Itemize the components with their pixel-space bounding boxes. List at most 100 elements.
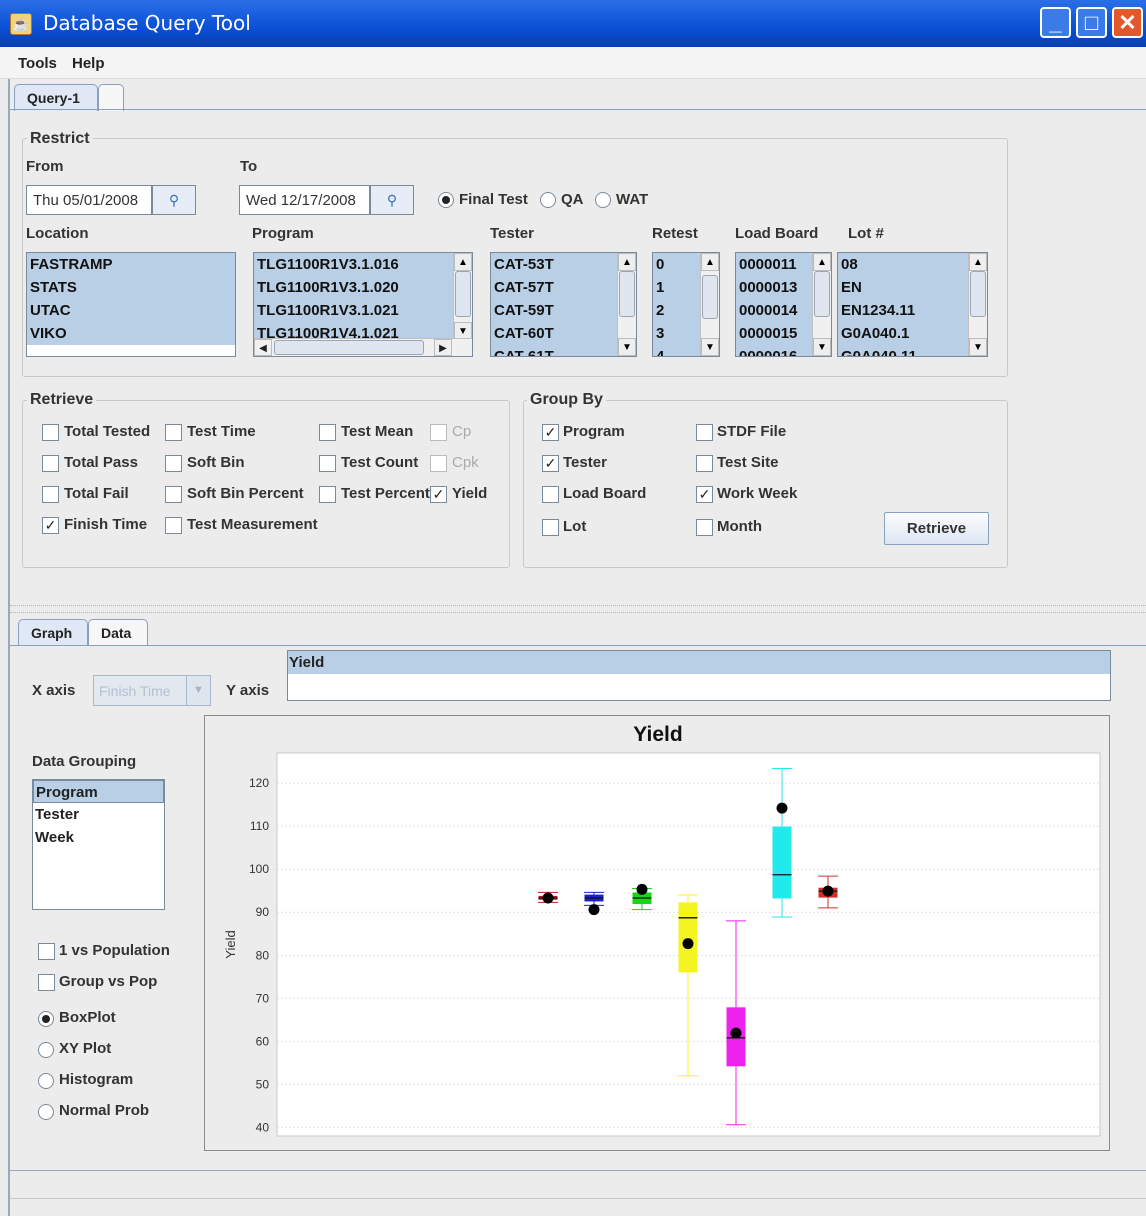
group-by-checkbox[interactable]: ✓ bbox=[542, 424, 559, 441]
radio-qa[interactable] bbox=[540, 192, 556, 208]
group-by-checkbox[interactable] bbox=[696, 455, 713, 472]
scroll-left-icon[interactable]: ◀ bbox=[254, 339, 272, 356]
list-item[interactable]: CAT-59T bbox=[491, 299, 636, 322]
tab-graph[interactable]: Graph bbox=[18, 619, 88, 646]
retrieve-button[interactable]: Retrieve bbox=[884, 512, 989, 545]
load-board-list-vscrollbar[interactable]: ▲ ▼ bbox=[812, 253, 831, 356]
list-item[interactable]: TLG1100R1V3.1.021 bbox=[254, 299, 454, 322]
scroll-thumb[interactable] bbox=[702, 275, 718, 319]
lot-list-vscrollbar[interactable]: ▲ ▼ bbox=[968, 253, 987, 356]
group-by-checkbox[interactable] bbox=[542, 486, 559, 503]
list-item[interactable]: EN bbox=[838, 276, 987, 299]
to-calendar-button[interactable]: ⚲ bbox=[370, 185, 414, 215]
scroll-down-icon[interactable]: ▼ bbox=[618, 338, 636, 356]
location-list[interactable]: FASTRAMP STATS UTAC VIKO bbox=[26, 252, 236, 357]
close-button[interactable]: ✕ bbox=[1112, 7, 1143, 38]
scroll-up-icon[interactable]: ▲ bbox=[813, 253, 831, 271]
list-item[interactable]: Week bbox=[33, 826, 164, 849]
list-item[interactable]: CAT-57T bbox=[491, 276, 636, 299]
list-item[interactable]: Tester bbox=[33, 803, 164, 826]
load-board-list[interactable]: 0000011 0000013 0000014 0000015 0000016 … bbox=[735, 252, 832, 357]
list-item[interactable]: CAT-60T bbox=[491, 322, 636, 345]
radio-normal-prob[interactable] bbox=[38, 1104, 54, 1120]
retrieve-checkbox[interactable]: ✓ bbox=[42, 517, 59, 534]
retrieve-checkbox[interactable] bbox=[319, 486, 336, 503]
radio-boxplot[interactable] bbox=[38, 1011, 54, 1027]
program-list-hscrollbar[interactable]: ◀ ▶ bbox=[254, 338, 472, 356]
maximize-button[interactable]: □ bbox=[1076, 7, 1107, 38]
radio-final-test[interactable] bbox=[438, 192, 454, 208]
retrieve-checkbox[interactable]: ✓ bbox=[430, 486, 447, 503]
retest-list[interactable]: 0 1 2 3 4 ▲ ▼ bbox=[652, 252, 720, 357]
to-date-field[interactable]: Wed 12/17/2008 bbox=[239, 185, 370, 215]
retrieve-checkbox[interactable] bbox=[42, 424, 59, 441]
tab-data[interactable]: Data bbox=[88, 619, 148, 646]
retest-list-vscrollbar[interactable]: ▲ ▼ bbox=[700, 253, 719, 356]
list-item[interactable]: STATS bbox=[27, 276, 235, 299]
group-by-checkbox[interactable] bbox=[696, 519, 713, 536]
group-by-checkbox[interactable]: ✓ bbox=[542, 455, 559, 472]
list-item[interactable]: EN1234.11 bbox=[838, 299, 987, 322]
list-item[interactable]: FASTRAMP bbox=[27, 253, 235, 276]
radio-wat[interactable] bbox=[595, 192, 611, 208]
retrieve-checkbox[interactable] bbox=[165, 517, 182, 534]
menu-help[interactable]: Help bbox=[72, 55, 105, 72]
scroll-thumb[interactable] bbox=[274, 340, 424, 355]
window-title-bar[interactable]: ☕ Database Query Tool _ □ ✕ bbox=[0, 0, 1146, 47]
retrieve-checkbox[interactable] bbox=[319, 424, 336, 441]
x-axis-select[interactable]: Finish Time ▼ bbox=[93, 675, 211, 706]
scroll-right-icon[interactable]: ▶ bbox=[434, 339, 452, 356]
group-by-checkbox[interactable] bbox=[542, 519, 559, 536]
radio-histogram[interactable] bbox=[38, 1073, 54, 1089]
group-by-checkbox[interactable] bbox=[696, 424, 713, 441]
list-item[interactable]: Program bbox=[33, 780, 164, 803]
lot-list[interactable]: 08 EN EN1234.11 G0A040.1 G0A040.11 ▲ ▼ bbox=[837, 252, 988, 357]
scroll-down-icon[interactable]: ▼ bbox=[813, 338, 831, 356]
scroll-thumb[interactable] bbox=[619, 271, 635, 317]
scroll-up-icon[interactable]: ▲ bbox=[454, 253, 472, 271]
tab-query-1[interactable]: Query-1 bbox=[14, 84, 98, 111]
list-item[interactable]: CAT-61T bbox=[491, 345, 636, 356]
chevron-down-icon[interactable]: ▼ bbox=[186, 676, 210, 705]
list-item[interactable]: G0A040.1 bbox=[838, 322, 987, 345]
list-item[interactable]: TLG1100R1V3.1.020 bbox=[254, 276, 454, 299]
retrieve-checkbox[interactable] bbox=[165, 424, 182, 441]
menu-tools[interactable]: Tools bbox=[18, 55, 57, 72]
from-date-field[interactable]: Thu 05/01/2008 bbox=[26, 185, 152, 215]
from-calendar-button[interactable]: ⚲ bbox=[152, 185, 196, 215]
program-list-vscrollbar[interactable]: ▲ ▼ bbox=[453, 253, 472, 340]
scroll-thumb[interactable] bbox=[814, 271, 830, 317]
scroll-thumb[interactable] bbox=[970, 271, 986, 317]
tester-list-vscrollbar[interactable]: ▲ ▼ bbox=[617, 253, 636, 356]
scroll-up-icon[interactable]: ▲ bbox=[969, 253, 987, 271]
scroll-thumb[interactable] bbox=[455, 271, 471, 317]
group-by-checkbox[interactable]: ✓ bbox=[696, 486, 713, 503]
list-item[interactable]: TLG1100R1V3.1.016 bbox=[254, 253, 454, 276]
scroll-down-icon[interactable]: ▼ bbox=[701, 338, 719, 356]
tab-new-query[interactable] bbox=[98, 84, 124, 111]
program-list[interactable]: TLG1100R1V3.1.016 TLG1100R1V3.1.020 TLG1… bbox=[253, 252, 473, 357]
tester-list[interactable]: CAT-53T CAT-57T CAT-59T CAT-60T CAT-61T … bbox=[490, 252, 637, 357]
retrieve-checkbox[interactable] bbox=[165, 455, 182, 472]
one-vs-population-checkbox[interactable] bbox=[38, 943, 55, 960]
scroll-up-icon[interactable]: ▲ bbox=[618, 253, 636, 271]
retrieve-checkbox[interactable] bbox=[430, 424, 447, 441]
radio-xy-plot[interactable] bbox=[38, 1042, 54, 1058]
group-vs-pop-checkbox[interactable] bbox=[38, 974, 55, 991]
list-item[interactable]: VIKO bbox=[27, 322, 235, 345]
list-item[interactable]: UTAC bbox=[27, 299, 235, 322]
list-item[interactable]: G0A040.11 bbox=[838, 345, 987, 356]
y-axis-list[interactable]: Yield bbox=[287, 650, 1111, 701]
data-grouping-list[interactable]: Program Tester Week bbox=[32, 779, 165, 910]
list-item[interactable]: Yield bbox=[288, 651, 1110, 674]
retrieve-checkbox[interactable] bbox=[430, 455, 447, 472]
minimize-button[interactable]: _ bbox=[1040, 7, 1071, 38]
retrieve-checkbox[interactable] bbox=[42, 486, 59, 503]
retrieve-checkbox[interactable] bbox=[165, 486, 182, 503]
list-item[interactable]: 08 bbox=[838, 253, 987, 276]
retrieve-checkbox[interactable] bbox=[319, 455, 336, 472]
list-item[interactable]: CAT-53T bbox=[491, 253, 636, 276]
scroll-up-icon[interactable]: ▲ bbox=[701, 253, 719, 271]
split-pane-divider[interactable] bbox=[10, 605, 1146, 613]
scroll-down-icon[interactable]: ▼ bbox=[969, 338, 987, 356]
